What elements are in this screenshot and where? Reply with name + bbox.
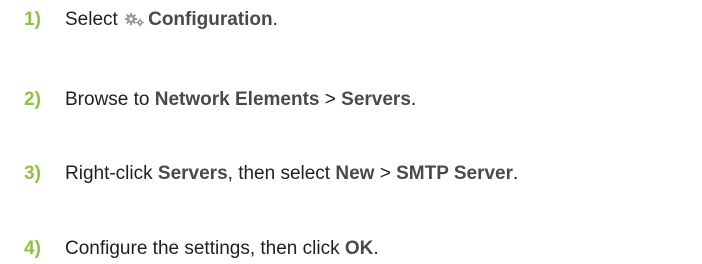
step-text-segment: >: [374, 163, 397, 184]
step-text-segment: Right-click: [65, 163, 158, 184]
step-text-segment: .: [513, 163, 519, 184]
step-text-segment: Browse to: [65, 89, 155, 110]
ui-term-smtp-server: SMTP Server: [396, 163, 513, 184]
gear-icon: [124, 11, 145, 27]
instruction-steps: 1) Select Configuration. 2) Browse to Ne…: [0, 0, 702, 264]
step-number: 2): [24, 89, 41, 110]
step-text: Configure the settings, then click OK.: [65, 236, 379, 262]
ui-term-configuration: Configuration: [148, 9, 273, 30]
step-text-segment: Configure the settings, then click: [65, 238, 345, 259]
ui-term-servers: Servers: [341, 89, 411, 110]
step-text-segment: , then select: [227, 163, 336, 184]
step-number: 1): [24, 9, 41, 30]
step-text-segment: >: [319, 89, 342, 110]
ui-term-new: New: [335, 163, 375, 184]
ui-term-network-elements: Network Elements: [154, 89, 320, 110]
step-text-segment: .: [373, 238, 379, 259]
step-text: Browse to Network Elements > Servers.: [65, 87, 416, 113]
step-text-segment: Select: [65, 9, 124, 30]
step-text: Right-click Servers, then select New > S…: [65, 161, 518, 187]
step-text: Select Configuration.: [65, 7, 278, 33]
ui-term-ok: OK: [344, 238, 374, 259]
step-text-segment: .: [272, 9, 278, 30]
step-number: 3): [24, 163, 41, 184]
step-number: 4): [24, 238, 41, 259]
ui-term-servers: Servers: [157, 163, 228, 184]
step-text-segment: .: [410, 89, 417, 110]
